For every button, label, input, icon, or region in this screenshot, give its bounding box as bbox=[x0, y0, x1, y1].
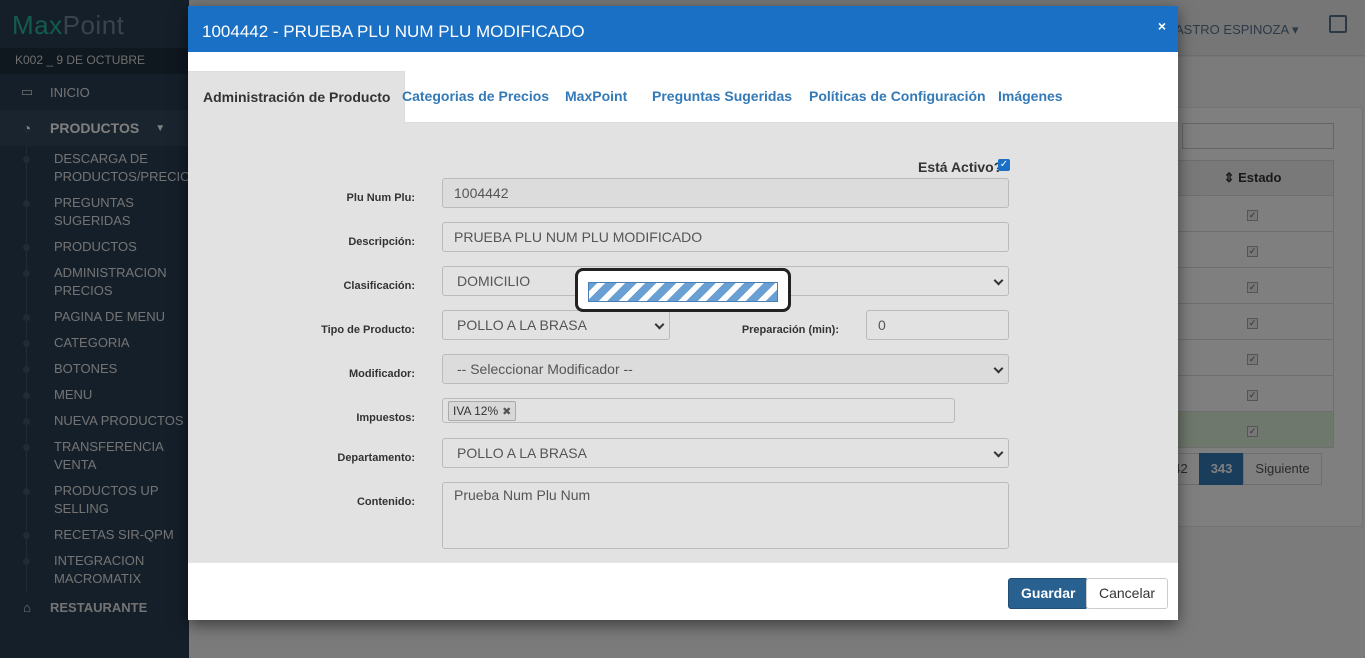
modificador-select[interactable]: -- Seleccionar Modificador -- bbox=[442, 354, 1009, 384]
descripcion-label: Descripción: bbox=[348, 236, 415, 248]
tab-categorias-precios[interactable]: Categorias de Precios bbox=[402, 71, 549, 123]
contenido-textarea[interactable]: Prueba Num Plu Num bbox=[442, 482, 1009, 549]
departamento-select[interactable]: POLLO A LA BRASA bbox=[442, 438, 1009, 468]
save-button[interactable]: Guardar bbox=[1008, 578, 1089, 609]
impuestos-label: Impuestos: bbox=[356, 412, 415, 424]
tab-maxpoint[interactable]: MaxPoint bbox=[565, 71, 627, 123]
progress-bar bbox=[588, 282, 778, 302]
descripcion-field[interactable]: PRUEBA PLU NUM PLU MODIFICADO bbox=[442, 222, 1009, 252]
active-label: Está Activo? bbox=[918, 159, 1003, 175]
preparacion-label: Preparación (min): bbox=[741, 324, 839, 336]
contenido-label: Contenido: bbox=[356, 496, 415, 508]
modal-body: Administración de Producto Categorias de… bbox=[188, 52, 1178, 562]
departamento-label: Departamento: bbox=[337, 452, 415, 464]
modal-title: 1004442 - PRUEBA PLU NUM PLU MODIFICADO bbox=[202, 22, 585, 41]
tab-politicas-configuracion[interactable]: Políticas de Configuración bbox=[809, 71, 986, 123]
modal-tabs: Administración de Producto Categorias de… bbox=[188, 52, 1178, 124]
tipo-producto-label: Tipo de Producto: bbox=[321, 324, 415, 336]
product-modal: 1004442 - PRUEBA PLU NUM PLU MODIFICADO … bbox=[188, 6, 1178, 620]
cancel-button[interactable]: Cancelar bbox=[1086, 578, 1169, 609]
remove-tag-icon[interactable]: ✖ bbox=[502, 406, 511, 418]
plu-label: Plu Num Plu: bbox=[346, 192, 415, 204]
tax-tag: IVA 12% ✖ bbox=[448, 401, 517, 421]
tipo-producto-select[interactable]: POLLO A LA BRASA bbox=[442, 310, 670, 340]
tab-preguntas-sugeridas[interactable]: Preguntas Sugeridas bbox=[652, 71, 792, 123]
close-icon[interactable]: × bbox=[1158, 18, 1166, 34]
loading-indicator bbox=[575, 268, 791, 312]
active-checkbox[interactable]: ✓ bbox=[998, 159, 1010, 171]
modal-header: 1004442 - PRUEBA PLU NUM PLU MODIFICADO … bbox=[188, 6, 1178, 52]
tab-imagenes[interactable]: Imágenes bbox=[998, 71, 1063, 123]
impuestos-multiselect[interactable] bbox=[442, 398, 955, 423]
clasificacion-label: Clasificación: bbox=[343, 280, 415, 292]
plu-field[interactable]: 1004442 bbox=[442, 178, 1009, 208]
modificador-label: Modificador: bbox=[349, 368, 415, 380]
modal-footer: Guardar Cancelar bbox=[188, 562, 1178, 620]
tab-administracion-producto[interactable]: Administración de Producto bbox=[188, 71, 406, 124]
preparacion-field[interactable]: 0 bbox=[866, 310, 1009, 340]
